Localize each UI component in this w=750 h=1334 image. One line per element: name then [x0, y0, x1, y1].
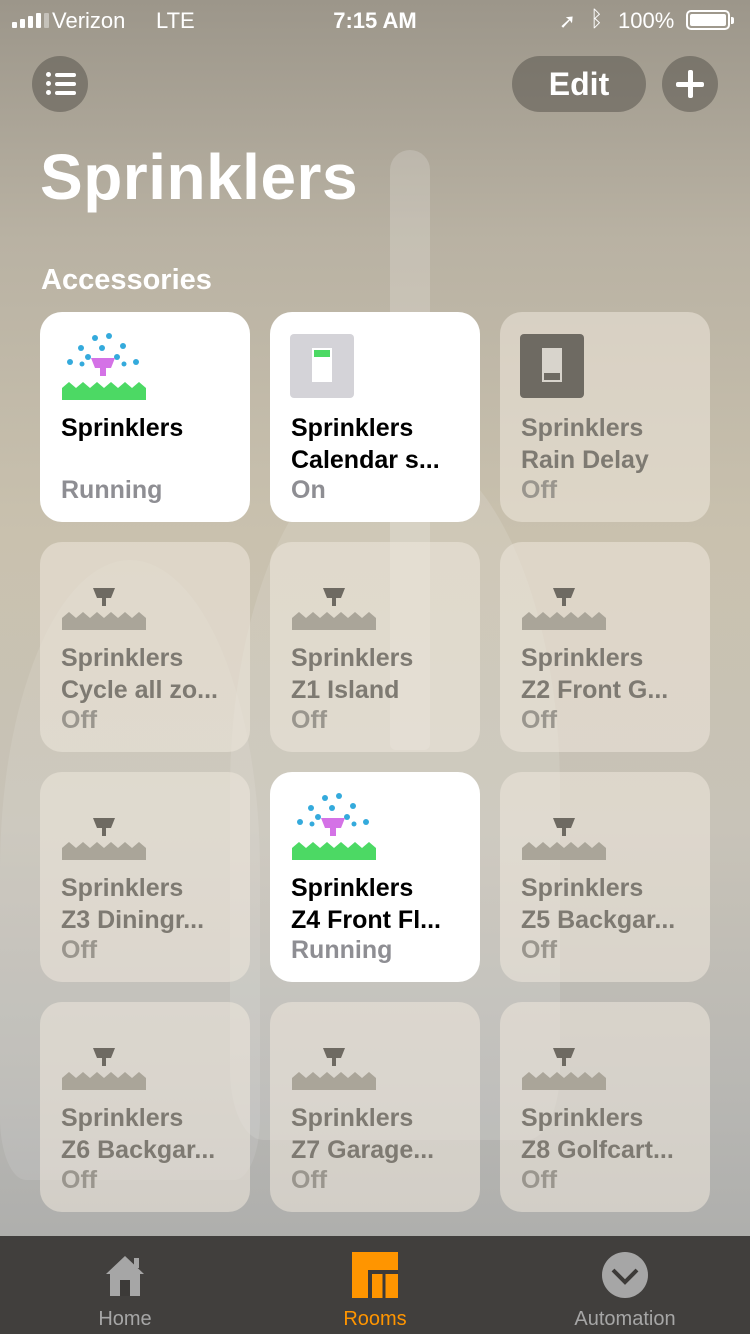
page-title: Sprinklers [40, 141, 359, 213]
accessory-tile[interactable]: Sprinklers Z7 Garage... Off [270, 1002, 480, 1212]
accessory-name-line2: Z5 Backgar... [521, 906, 676, 934]
accessory-name: Sprinklers Z7 Garage... [291, 1102, 469, 1166]
accessory-name: Sprinklers Calendar s... [291, 412, 469, 476]
accessory-name-line1: Sprinklers [61, 1104, 184, 1132]
sprinkler-icon [60, 790, 150, 860]
accessory-status: On [291, 476, 326, 504]
accessory-status: Off [521, 936, 558, 964]
tab-automation-label: Automation [574, 1308, 676, 1330]
sprinkler-icon [60, 1020, 150, 1090]
bluetooth-icon: ᛒ [590, 6, 604, 31]
tab-rooms-label: Rooms [343, 1308, 407, 1330]
sprinkler-icon [520, 790, 610, 860]
accessory-name-line2: Z7 Garage... [291, 1136, 435, 1164]
accessory-name-line2: Cycle all zo... [61, 676, 219, 704]
accessory-name-line1: Sprinklers [291, 874, 414, 902]
sprinkler-icon [290, 1020, 380, 1090]
accessory-tile[interactable]: Sprinklers Z2 Front G... Off [500, 542, 710, 752]
accessory-name-line1: Sprinklers [291, 644, 414, 672]
accessory-name: Sprinklers Z5 Backgar... [521, 872, 699, 936]
accessory-name: Sprinklers [61, 412, 239, 444]
accessory-name-line1: Sprinklers [61, 874, 184, 902]
accessory-tile[interactable]: Sprinklers Calendar s... On [270, 312, 480, 522]
accessory-status: Off [291, 706, 328, 734]
accessory-name-line2: Z3 Diningr... [61, 906, 205, 934]
accessory-name-line2: Z6 Backgar... [61, 1136, 216, 1164]
sprinkler-active-icon [60, 330, 150, 400]
accessory-name: Sprinklers Z2 Front G... [521, 642, 699, 706]
accessory-name-line1: Sprinklers [521, 1104, 644, 1132]
accessory-name-line1: Sprinklers [521, 874, 644, 902]
accessory-name: Sprinklers Z8 Golfcart... [521, 1102, 699, 1166]
location-arrow-icon: ➚ [559, 11, 576, 33]
accessory-name-line1: Sprinklers [521, 414, 644, 442]
accessory-tile[interactable]: Sprinklers Cycle all zo... Off [40, 542, 250, 752]
add-button[interactable] [662, 56, 718, 112]
accessory-tile[interactable]: Sprinklers Z4 Front Fl... Running [270, 772, 480, 982]
accessory-tile[interactable]: Sprinklers Z5 Backgar... Off [500, 772, 710, 982]
accessory-name: Sprinklers Z4 Front Fl... [291, 872, 469, 936]
tab-bar: Home Rooms Automation [0, 1236, 750, 1334]
rooms-icon [352, 1252, 398, 1298]
switch-on-icon [290, 332, 380, 402]
battery-percentage: 100% [618, 8, 675, 33]
accessory-name: Sprinklers Z1 Island [291, 642, 469, 706]
accessory-name-line2: Rain Delay [521, 446, 649, 474]
tab-home-label: Home [98, 1308, 152, 1330]
accessory-name: Sprinklers Z6 Backgar... [61, 1102, 239, 1166]
accessory-name-line2: Z8 Golfcart... [521, 1136, 674, 1164]
accessory-tile[interactable]: Sprinklers Z3 Diningr... Off [40, 772, 250, 982]
accessory-tile[interactable]: Sprinklers Rain Delay Off [500, 312, 710, 522]
accessory-name-line1: Sprinklers [291, 1104, 414, 1132]
tab-automation[interactable]: Automation [500, 1236, 750, 1334]
switch-off-icon [520, 332, 610, 402]
sprinkler-active-icon [290, 790, 380, 860]
section-title: Accessories [41, 264, 212, 296]
accessory-status: Off [291, 1166, 328, 1194]
accessory-tile[interactable]: Sprinklers Z1 Island Off [270, 542, 480, 752]
accessory-name-line2: Calendar s... [291, 446, 440, 474]
sprinkler-icon [60, 560, 150, 630]
clock-check-icon [602, 1252, 648, 1298]
accessory-name-line1: Sprinklers [61, 644, 184, 672]
accessory-name-line2: Z4 Front Fl... [291, 906, 441, 934]
room-list-button[interactable] [32, 56, 88, 112]
accessory-name-line1: Sprinklers [291, 414, 414, 442]
accessory-status: Running [61, 476, 163, 504]
accessory-name: Sprinklers Z3 Diningr... [61, 872, 239, 936]
accessory-name-line1: Sprinklers [61, 414, 184, 442]
accessory-name-line2: Z2 Front G... [521, 676, 669, 704]
tab-home[interactable]: Home [0, 1236, 250, 1334]
accessory-status: Off [61, 936, 98, 964]
accessory-status: Off [61, 1166, 98, 1194]
accessory-status: Running [291, 936, 393, 964]
accessory-status: Off [521, 476, 558, 504]
accessory-tile[interactable]: Sprinklers Z8 Golfcart... Off [500, 1002, 710, 1212]
accessory-name-line1: Sprinklers [521, 644, 644, 672]
accessory-status: Off [521, 1166, 558, 1194]
accessory-tile[interactable]: Sprinklers Running [40, 312, 250, 522]
accessory-name: Sprinklers Cycle all zo... [61, 642, 239, 706]
accessory-tile[interactable]: Sprinklers Z6 Backgar... Off [40, 1002, 250, 1212]
accessory-name-line2: Z1 Island [291, 676, 400, 704]
sprinkler-icon [290, 560, 380, 630]
edit-button[interactable]: Edit [512, 56, 646, 112]
sprinkler-icon [520, 560, 610, 630]
list-icon [46, 72, 76, 96]
house-icon [106, 1256, 144, 1296]
status-bar: Verizon LTE 7:15 AM ➚ ᛒ 100% [0, 0, 750, 40]
battery-icon [686, 10, 734, 30]
accessory-name: Sprinklers Rain Delay [521, 412, 699, 476]
accessory-status: Off [61, 706, 98, 734]
accessory-status: Off [521, 706, 558, 734]
tab-rooms[interactable]: Rooms [250, 1236, 500, 1334]
sprinkler-icon [520, 1020, 610, 1090]
